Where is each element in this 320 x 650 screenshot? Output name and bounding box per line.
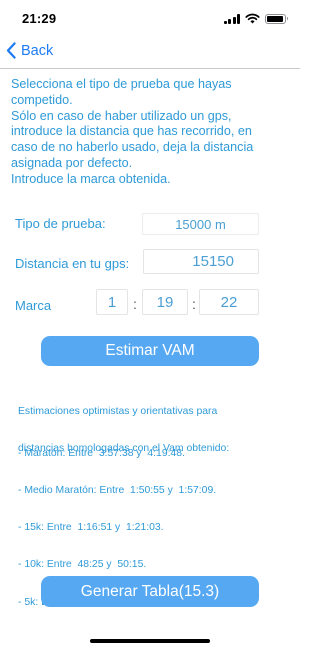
- mark-hours-input[interactable]: 1: [96, 289, 128, 315]
- estimate-item: - 15k: Entre 1:16:51 y 1:21:03.: [18, 522, 164, 534]
- wifi-icon: [245, 13, 260, 24]
- instruction-line: caso de no haberlo usado, deja la distan…: [11, 140, 254, 155]
- time-separator: :: [192, 296, 196, 312]
- instructions-text: Selecciona el tipo de prueba que hayas c…: [11, 77, 295, 188]
- navigation-bar: Back: [0, 38, 300, 69]
- gps-distance-input[interactable]: 15150: [143, 249, 259, 274]
- estimates-intro-line: Estimaciones optimistas y orientativas p…: [18, 405, 218, 417]
- signal-bars-icon: [223, 13, 240, 24]
- estimate-item: - Maratón: Entre 3:57:38 y 4:19:48.: [18, 447, 185, 459]
- status-time: 21:29: [22, 11, 57, 26]
- chevron-left-icon: [6, 42, 16, 59]
- test-type-label: Tipo de prueba:: [15, 216, 106, 231]
- estimate-item: - 10k: Entre 48:25 y 50:15.: [18, 559, 147, 571]
- generate-table-button[interactable]: Generar Tabla(15.3): [41, 576, 259, 607]
- instruction-line: Selecciona el tipo de prueba que hayas: [11, 77, 232, 91]
- estimate-vam-button[interactable]: Estimar VAM: [41, 336, 259, 366]
- instruction-line: competido.: [11, 92, 73, 107]
- battery-icon: [265, 13, 288, 24]
- test-type-field[interactable]: 15000 m: [142, 213, 259, 235]
- instruction-line: Introduce la marca obtenida.: [11, 171, 171, 186]
- mark-label: Marca: [15, 298, 52, 313]
- back-button[interactable]: Back: [6, 42, 53, 59]
- estimate-item: - Medio Maratón: Entre 1:50:55 y 1:57:09…: [18, 485, 217, 497]
- instruction-line: asignada por defecto.: [11, 155, 133, 170]
- home-indicator[interactable]: [90, 639, 210, 643]
- status-bar: 21:29: [0, 0, 300, 38]
- instruction-line: introduce la distancia que has recorrido…: [11, 124, 252, 139]
- mark-seconds-input[interactable]: 22: [199, 289, 259, 315]
- gps-distance-label: Distancia en tu gps:: [15, 256, 130, 271]
- mark-minutes-input[interactable]: 19: [142, 289, 188, 315]
- time-separator: :: [133, 296, 137, 312]
- instruction-line: Sólo en caso de haber utilizado un gps,: [11, 108, 232, 123]
- back-label: Back: [21, 42, 54, 59]
- status-icons: [223, 13, 288, 24]
